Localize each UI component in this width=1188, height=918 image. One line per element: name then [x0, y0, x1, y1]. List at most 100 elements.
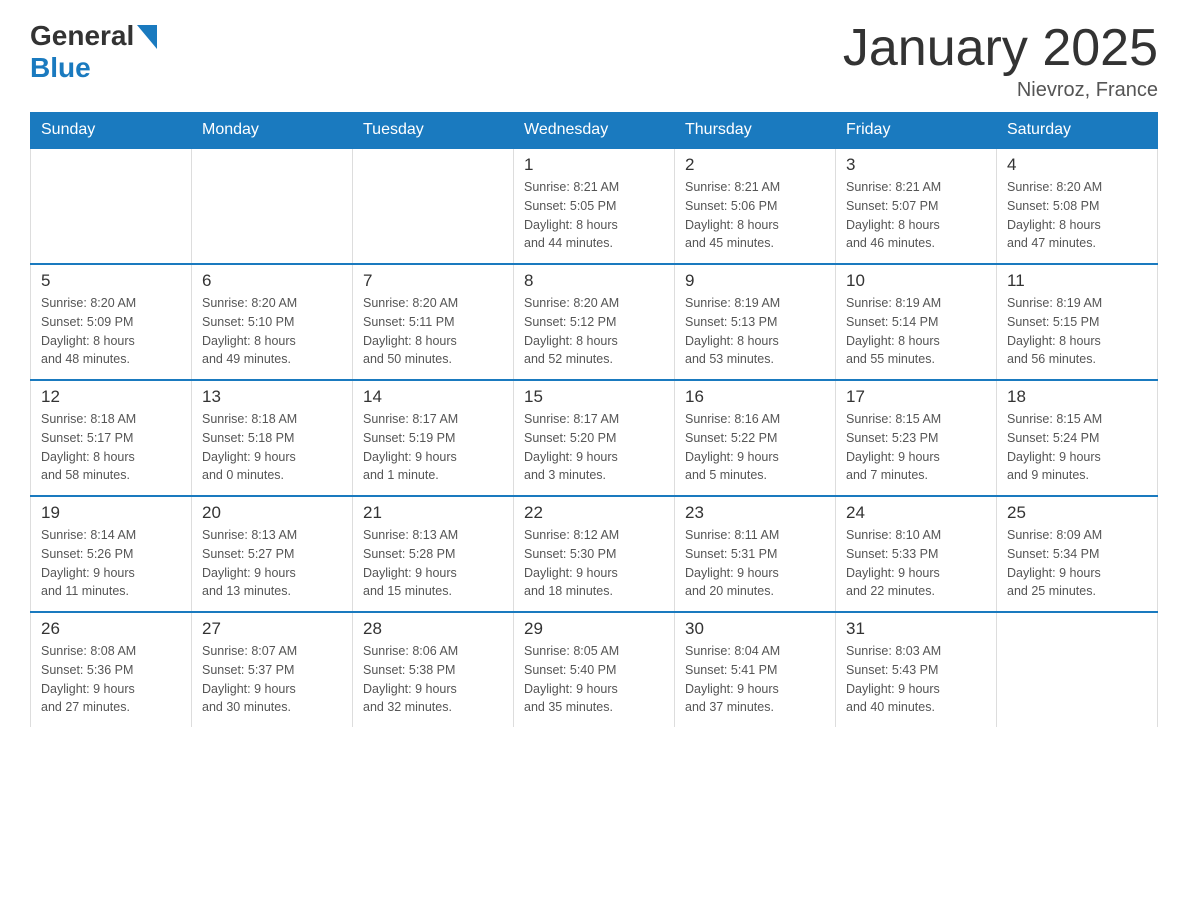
- day-cell: 22Sunrise: 8:12 AMSunset: 5:30 PMDayligh…: [514, 496, 675, 612]
- day-cell: 13 Sunrise: 8:18 AMSunset: 5:18 PMDayligh…: [192, 380, 353, 496]
- day-cell: 16 Sunrise: 8:16 AMSunset: 5:22 PMDayligh…: [675, 380, 836, 496]
- day-number: 8: [524, 271, 664, 291]
- day-cell: 6Sunrise: 8:20 AMSunset: 5:10 PMDaylight…: [192, 264, 353, 380]
- calendar-table: SundayMondayTuesdayWednesdayThursdayFrid…: [30, 112, 1158, 727]
- day-number: 14: [363, 387, 503, 407]
- column-header-monday: Monday: [192, 113, 353, 149]
- week-row-5: 26 Sunrise: 8:08 AMSunset: 5:36 PMDayligh…: [31, 612, 1158, 727]
- day-info: Sunrise: 8:11 AMSunset: 5:31 PMDaylight:…: [685, 526, 825, 601]
- day-info: Sunrise: 8:15 AMSunset: 5:24 PMDaylight:…: [1007, 410, 1147, 485]
- day-cell: 29 Sunrise: 8:05 AMSunset: 5:40 PMDayligh…: [514, 612, 675, 727]
- day-info: Sunrise: 8:13 AMSunset: 5:27 PMDaylight:…: [202, 526, 342, 601]
- day-info: Sunrise: 8:13 AMSunset: 5:28 PMDaylight:…: [363, 526, 503, 601]
- month-title: January 2025: [843, 20, 1158, 77]
- day-number: 18: [1007, 387, 1147, 407]
- day-cell: 12 Sunrise: 8:18 AMSunset: 5:17 PMDayligh…: [31, 380, 192, 496]
- column-header-saturday: Saturday: [997, 113, 1158, 149]
- day-number: 2: [685, 155, 825, 175]
- column-header-friday: Friday: [836, 113, 997, 149]
- logo-blue: Blue: [30, 52, 91, 83]
- day-cell: 15Sunrise: 8:17 AMSunset: 5:20 PMDayligh…: [514, 380, 675, 496]
- day-number: 1: [524, 155, 664, 175]
- day-info: Sunrise: 8:18 AMSunset: 5:18 PMDaylight:…: [202, 410, 342, 485]
- day-info: Sunrise: 8:03 AMSunset: 5:43 PMDaylight:…: [846, 642, 986, 717]
- day-info: Sunrise: 8:21 AMSunset: 5:05 PMDaylight:…: [524, 178, 664, 253]
- title-section: January 2025 Nievroz, France: [843, 20, 1158, 102]
- day-info: Sunrise: 8:20 AMSunset: 5:09 PMDaylight:…: [41, 294, 181, 369]
- column-header-sunday: Sunday: [31, 113, 192, 149]
- day-cell: 23 Sunrise: 8:11 AMSunset: 5:31 PMDayligh…: [675, 496, 836, 612]
- day-cell: 8 Sunrise: 8:20 AMSunset: 5:12 PMDaylight…: [514, 264, 675, 380]
- day-number: 25: [1007, 503, 1147, 523]
- day-info: Sunrise: 8:16 AMSunset: 5:22 PMDaylight:…: [685, 410, 825, 485]
- day-info: Sunrise: 8:20 AMSunset: 5:12 PMDaylight:…: [524, 294, 664, 369]
- column-header-tuesday: Tuesday: [353, 113, 514, 149]
- day-cell: 28 Sunrise: 8:06 AMSunset: 5:38 PMDayligh…: [353, 612, 514, 727]
- calendar-header-row: SundayMondayTuesdayWednesdayThursdayFrid…: [31, 113, 1158, 149]
- day-number: 4: [1007, 155, 1147, 175]
- day-cell: 25 Sunrise: 8:09 AMSunset: 5:34 PMDayligh…: [997, 496, 1158, 612]
- day-info: Sunrise: 8:08 AMSunset: 5:36 PMDaylight:…: [41, 642, 181, 717]
- day-number: 23: [685, 503, 825, 523]
- logo-general: General: [30, 20, 134, 52]
- day-number: 12: [41, 387, 181, 407]
- day-number: 10: [846, 271, 986, 291]
- day-cell: 18 Sunrise: 8:15 AMSunset: 5:24 PMDayligh…: [997, 380, 1158, 496]
- day-number: 26: [41, 619, 181, 639]
- day-number: 30: [685, 619, 825, 639]
- day-cell: 4 Sunrise: 8:20 AMSunset: 5:08 PMDaylight…: [997, 148, 1158, 264]
- day-cell: [192, 148, 353, 264]
- day-number: 31: [846, 619, 986, 639]
- week-row-3: 12 Sunrise: 8:18 AMSunset: 5:17 PMDayligh…: [31, 380, 1158, 496]
- day-number: 16: [685, 387, 825, 407]
- column-header-thursday: Thursday: [675, 113, 836, 149]
- day-info: Sunrise: 8:21 AMSunset: 5:06 PMDaylight:…: [685, 178, 825, 253]
- day-cell: [997, 612, 1158, 727]
- day-cell: 3 Sunrise: 8:21 AMSunset: 5:07 PMDaylight…: [836, 148, 997, 264]
- day-cell: 31 Sunrise: 8:03 AMSunset: 5:43 PMDayligh…: [836, 612, 997, 727]
- day-number: 3: [846, 155, 986, 175]
- day-cell: 20 Sunrise: 8:13 AMSunset: 5:27 PMDayligh…: [192, 496, 353, 612]
- day-cell: [353, 148, 514, 264]
- day-cell: [31, 148, 192, 264]
- day-number: 13: [202, 387, 342, 407]
- day-cell: 5 Sunrise: 8:20 AMSunset: 5:09 PMDaylight…: [31, 264, 192, 380]
- week-row-1: 1 Sunrise: 8:21 AMSunset: 5:05 PMDaylight…: [31, 148, 1158, 264]
- day-info: Sunrise: 8:19 AMSunset: 5:14 PMDaylight:…: [846, 294, 986, 369]
- page-header: General Blue January 2025 Nievroz, Franc…: [30, 20, 1158, 102]
- location: Nievroz, France: [843, 79, 1158, 102]
- logo: General Blue: [30, 20, 157, 84]
- day-cell: 14 Sunrise: 8:17 AMSunset: 5:19 PMDayligh…: [353, 380, 514, 496]
- day-cell: 30 Sunrise: 8:04 AMSunset: 5:41 PMDayligh…: [675, 612, 836, 727]
- day-info: Sunrise: 8:15 AMSunset: 5:23 PMDaylight:…: [846, 410, 986, 485]
- day-info: Sunrise: 8:14 AMSunset: 5:26 PMDaylight:…: [41, 526, 181, 601]
- day-number: 15: [524, 387, 664, 407]
- day-cell: 7Sunrise: 8:20 AMSunset: 5:11 PMDaylight…: [353, 264, 514, 380]
- day-info: Sunrise: 8:18 AMSunset: 5:17 PMDaylight:…: [41, 410, 181, 485]
- day-number: 21: [363, 503, 503, 523]
- day-info: Sunrise: 8:04 AMSunset: 5:41 PMDaylight:…: [685, 642, 825, 717]
- day-cell: 24Sunrise: 8:10 AMSunset: 5:33 PMDayligh…: [836, 496, 997, 612]
- week-row-4: 19Sunrise: 8:14 AMSunset: 5:26 PMDayligh…: [31, 496, 1158, 612]
- day-number: 20: [202, 503, 342, 523]
- day-cell: 2 Sunrise: 8:21 AMSunset: 5:06 PMDaylight…: [675, 148, 836, 264]
- day-cell: 26 Sunrise: 8:08 AMSunset: 5:36 PMDayligh…: [31, 612, 192, 727]
- day-info: Sunrise: 8:19 AMSunset: 5:15 PMDaylight:…: [1007, 294, 1147, 369]
- day-info: Sunrise: 8:20 AMSunset: 5:08 PMDaylight:…: [1007, 178, 1147, 253]
- day-number: 5: [41, 271, 181, 291]
- day-info: Sunrise: 8:20 AMSunset: 5:10 PMDaylight:…: [202, 294, 342, 369]
- day-info: Sunrise: 8:06 AMSunset: 5:38 PMDaylight:…: [363, 642, 503, 717]
- day-info: Sunrise: 8:05 AMSunset: 5:40 PMDaylight:…: [524, 642, 664, 717]
- day-info: Sunrise: 8:09 AMSunset: 5:34 PMDaylight:…: [1007, 526, 1147, 601]
- day-cell: 19Sunrise: 8:14 AMSunset: 5:26 PMDayligh…: [31, 496, 192, 612]
- day-number: 28: [363, 619, 503, 639]
- day-cell: 10 Sunrise: 8:19 AMSunset: 5:14 PMDayligh…: [836, 264, 997, 380]
- day-info: Sunrise: 8:07 AMSunset: 5:37 PMDaylight:…: [202, 642, 342, 717]
- day-number: 29: [524, 619, 664, 639]
- column-header-wednesday: Wednesday: [514, 113, 675, 149]
- day-info: Sunrise: 8:17 AMSunset: 5:19 PMDaylight:…: [363, 410, 503, 485]
- day-info: Sunrise: 8:21 AMSunset: 5:07 PMDaylight:…: [846, 178, 986, 253]
- day-number: 7: [363, 271, 503, 291]
- day-cell: 27Sunrise: 8:07 AMSunset: 5:37 PMDayligh…: [192, 612, 353, 727]
- day-cell: 21 Sunrise: 8:13 AMSunset: 5:28 PMDayligh…: [353, 496, 514, 612]
